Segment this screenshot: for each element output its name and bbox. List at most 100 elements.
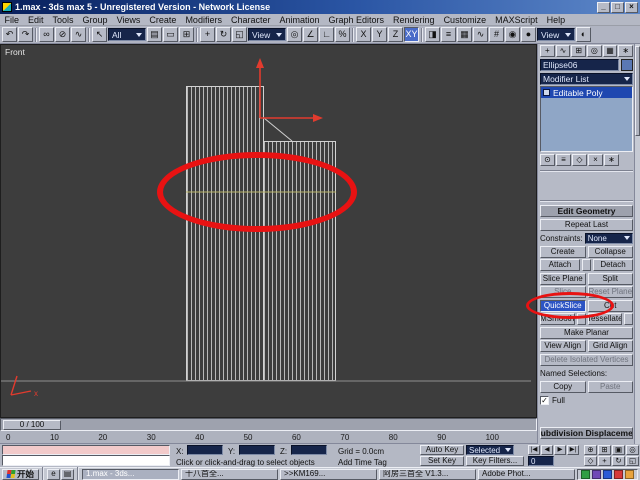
constraints-dropdown[interactable]: None	[584, 232, 633, 244]
configure-modifier-sets-button[interactable]: ∗	[604, 154, 619, 166]
select-by-name-icon[interactable]: ▤	[147, 27, 162, 42]
schematic-view-icon[interactable]: #	[489, 27, 504, 42]
menu-item[interactable]: Views	[112, 15, 145, 25]
current-frame-field[interactable]: 0	[528, 456, 554, 466]
y-coord-field[interactable]	[239, 445, 275, 455]
show-end-result-button[interactable]: ≡	[556, 154, 571, 166]
tray-orange-icon[interactable]	[625, 469, 634, 479]
copy-named-selection-button[interactable]: Copy	[540, 380, 586, 393]
repeat-last-button[interactable]: Repeat Last	[540, 218, 633, 231]
time-slider[interactable]: 0 / 100	[3, 420, 61, 430]
undo-icon[interactable]: ↶	[2, 27, 17, 42]
menu-item[interactable]: MAXScript	[491, 15, 543, 25]
taskbar-task-button[interactable]: 1.max - 3ds...	[82, 468, 180, 480]
auto-key-button[interactable]: Auto Key	[420, 445, 464, 455]
hierarchy-tab[interactable]: ⊞	[571, 45, 587, 57]
tray-green-icon[interactable]	[581, 469, 590, 479]
tray-purple-icon[interactable]	[592, 469, 601, 479]
tessellate-options-button[interactable]	[624, 313, 633, 325]
msmooth-button[interactable]: MSmooth	[540, 313, 575, 325]
menu-item[interactable]: Create	[145, 15, 181, 25]
maximize-button[interactable]: □	[611, 1, 624, 13]
redo-icon[interactable]: ↷	[18, 27, 33, 42]
track-bar[interactable]: 0 / 100	[0, 418, 537, 431]
go-to-start-button[interactable]: |◀	[528, 445, 540, 455]
select-and-rotate-icon[interactable]: ↻	[216, 27, 231, 42]
add-time-tag[interactable]: Add Time Tag	[338, 458, 387, 467]
rollout-subdivision-displacement[interactable]: Subdivision Displacemen	[540, 427, 633, 439]
attach-options-button[interactable]	[582, 259, 591, 271]
zoom-all-icon[interactable]: ⊞	[598, 445, 611, 455]
ie-quicklaunch-icon[interactable]: e	[47, 468, 61, 480]
menu-item[interactable]: Rendering	[389, 15, 440, 25]
zoom-extents-icon[interactable]: ▣	[612, 445, 625, 455]
menu-item[interactable]: Graph Editors	[324, 15, 389, 25]
mirror-icon[interactable]: ◨	[425, 27, 440, 42]
object-color-swatch[interactable]	[621, 59, 633, 71]
axis-xy-button[interactable]: XY	[404, 27, 419, 42]
timeline-ruler[interactable]: 0 10 20 30 40 50 60 70 80 90 100	[0, 431, 537, 444]
snap-toggle-icon[interactable]: ∠	[303, 27, 318, 42]
tray-blue-icon[interactable]	[603, 469, 612, 479]
selection-set-dropdown[interactable]: Selected	[466, 445, 514, 455]
cut-button[interactable]: Cut	[587, 299, 633, 312]
axis-y-button[interactable]: Y	[372, 27, 387, 42]
viewport-label[interactable]: Front	[5, 47, 25, 57]
material-editor-icon[interactable]: ◉	[505, 27, 520, 42]
slice-plane-button[interactable]: Slice Plane	[540, 272, 586, 285]
modifier-list-dropdown[interactable]: Modifier List	[540, 73, 633, 85]
percent-snap-icon[interactable]: %	[335, 27, 350, 42]
tessellate-button[interactable]: Tessellate	[587, 313, 622, 325]
x-coord-field[interactable]	[187, 445, 223, 455]
menu-item[interactable]: Modifiers	[181, 15, 227, 25]
view-align-button[interactable]: View Align	[540, 340, 586, 352]
menu-item[interactable]: File	[0, 15, 24, 25]
named-selection-sets-icon[interactable]: ▦	[457, 27, 472, 42]
min-max-toggle-icon[interactable]: ◱	[626, 456, 639, 466]
menu-item[interactable]: Customize	[439, 15, 491, 25]
select-and-link-icon[interactable]: ∞	[39, 27, 54, 42]
menu-item[interactable]: Animation	[275, 15, 324, 25]
go-to-end-button[interactable]: ▶|	[567, 445, 579, 455]
detach-button[interactable]: Detach	[593, 259, 633, 271]
object-name-field[interactable]: Ellipse06	[540, 59, 619, 71]
quickslice-button[interactable]: QuickSlice	[540, 299, 586, 312]
create-tab[interactable]: +	[540, 45, 555, 57]
axis-x-button[interactable]: X	[356, 27, 371, 42]
menu-item[interactable]: Tools	[48, 15, 78, 25]
render-view-dropdown[interactable]: View	[537, 28, 575, 41]
taskbar-task-button[interactable]: 阿房三首全 V1.3...	[379, 468, 477, 480]
split-button[interactable]: Split	[587, 272, 633, 285]
maxscript-listener-field[interactable]	[2, 455, 170, 466]
display-tab[interactable]: ▦	[602, 45, 618, 57]
taskbar-task-button[interactable]: 十八首全...	[181, 468, 279, 480]
tray-red-icon[interactable]	[614, 469, 623, 479]
attach-button[interactable]: Attach	[540, 259, 580, 271]
make-unique-button[interactable]: ◇	[572, 154, 587, 166]
zoom-icon[interactable]: ⊕	[584, 445, 597, 455]
selection-filter-dropdown[interactable]: All	[108, 28, 146, 41]
close-button[interactable]: ×	[625, 1, 638, 13]
previous-frame-button[interactable]: ◀	[541, 445, 553, 455]
panel-scrollbar[interactable]	[634, 44, 640, 444]
maxscript-macro-recorder-field[interactable]	[2, 445, 170, 455]
rectangular-region-icon[interactable]: ▭	[163, 27, 178, 42]
start-button[interactable]: 开始	[2, 468, 40, 480]
rollout-edit-geometry[interactable]: Edit Geometry	[540, 205, 633, 217]
unlink-selection-icon[interactable]: ⊘	[55, 27, 70, 42]
curve-editor-icon[interactable]: ∿	[473, 27, 488, 42]
pan-icon[interactable]: +	[598, 456, 611, 466]
taskbar-task-button[interactable]: >>KM169...	[280, 468, 378, 480]
menu-item[interactable]: Help	[542, 15, 570, 25]
zoom-extents-all-icon[interactable]: ◎	[626, 445, 639, 455]
minimize-button[interactable]: _	[597, 1, 610, 13]
menu-item[interactable]: Character	[226, 15, 275, 25]
quick-render-icon[interactable]: ◐	[576, 27, 591, 42]
show-desktop-icon[interactable]: ▤	[61, 468, 75, 480]
make-planar-button[interactable]: Make Planar	[540, 326, 633, 339]
motion-tab[interactable]: ◎	[587, 45, 602, 57]
select-and-scale-icon[interactable]: ◱	[232, 27, 247, 42]
axis-z-button[interactable]: Z	[388, 27, 403, 42]
panel-scrollbar-thumb[interactable]	[635, 46, 640, 136]
select-and-move-icon[interactable]: +	[200, 27, 215, 42]
